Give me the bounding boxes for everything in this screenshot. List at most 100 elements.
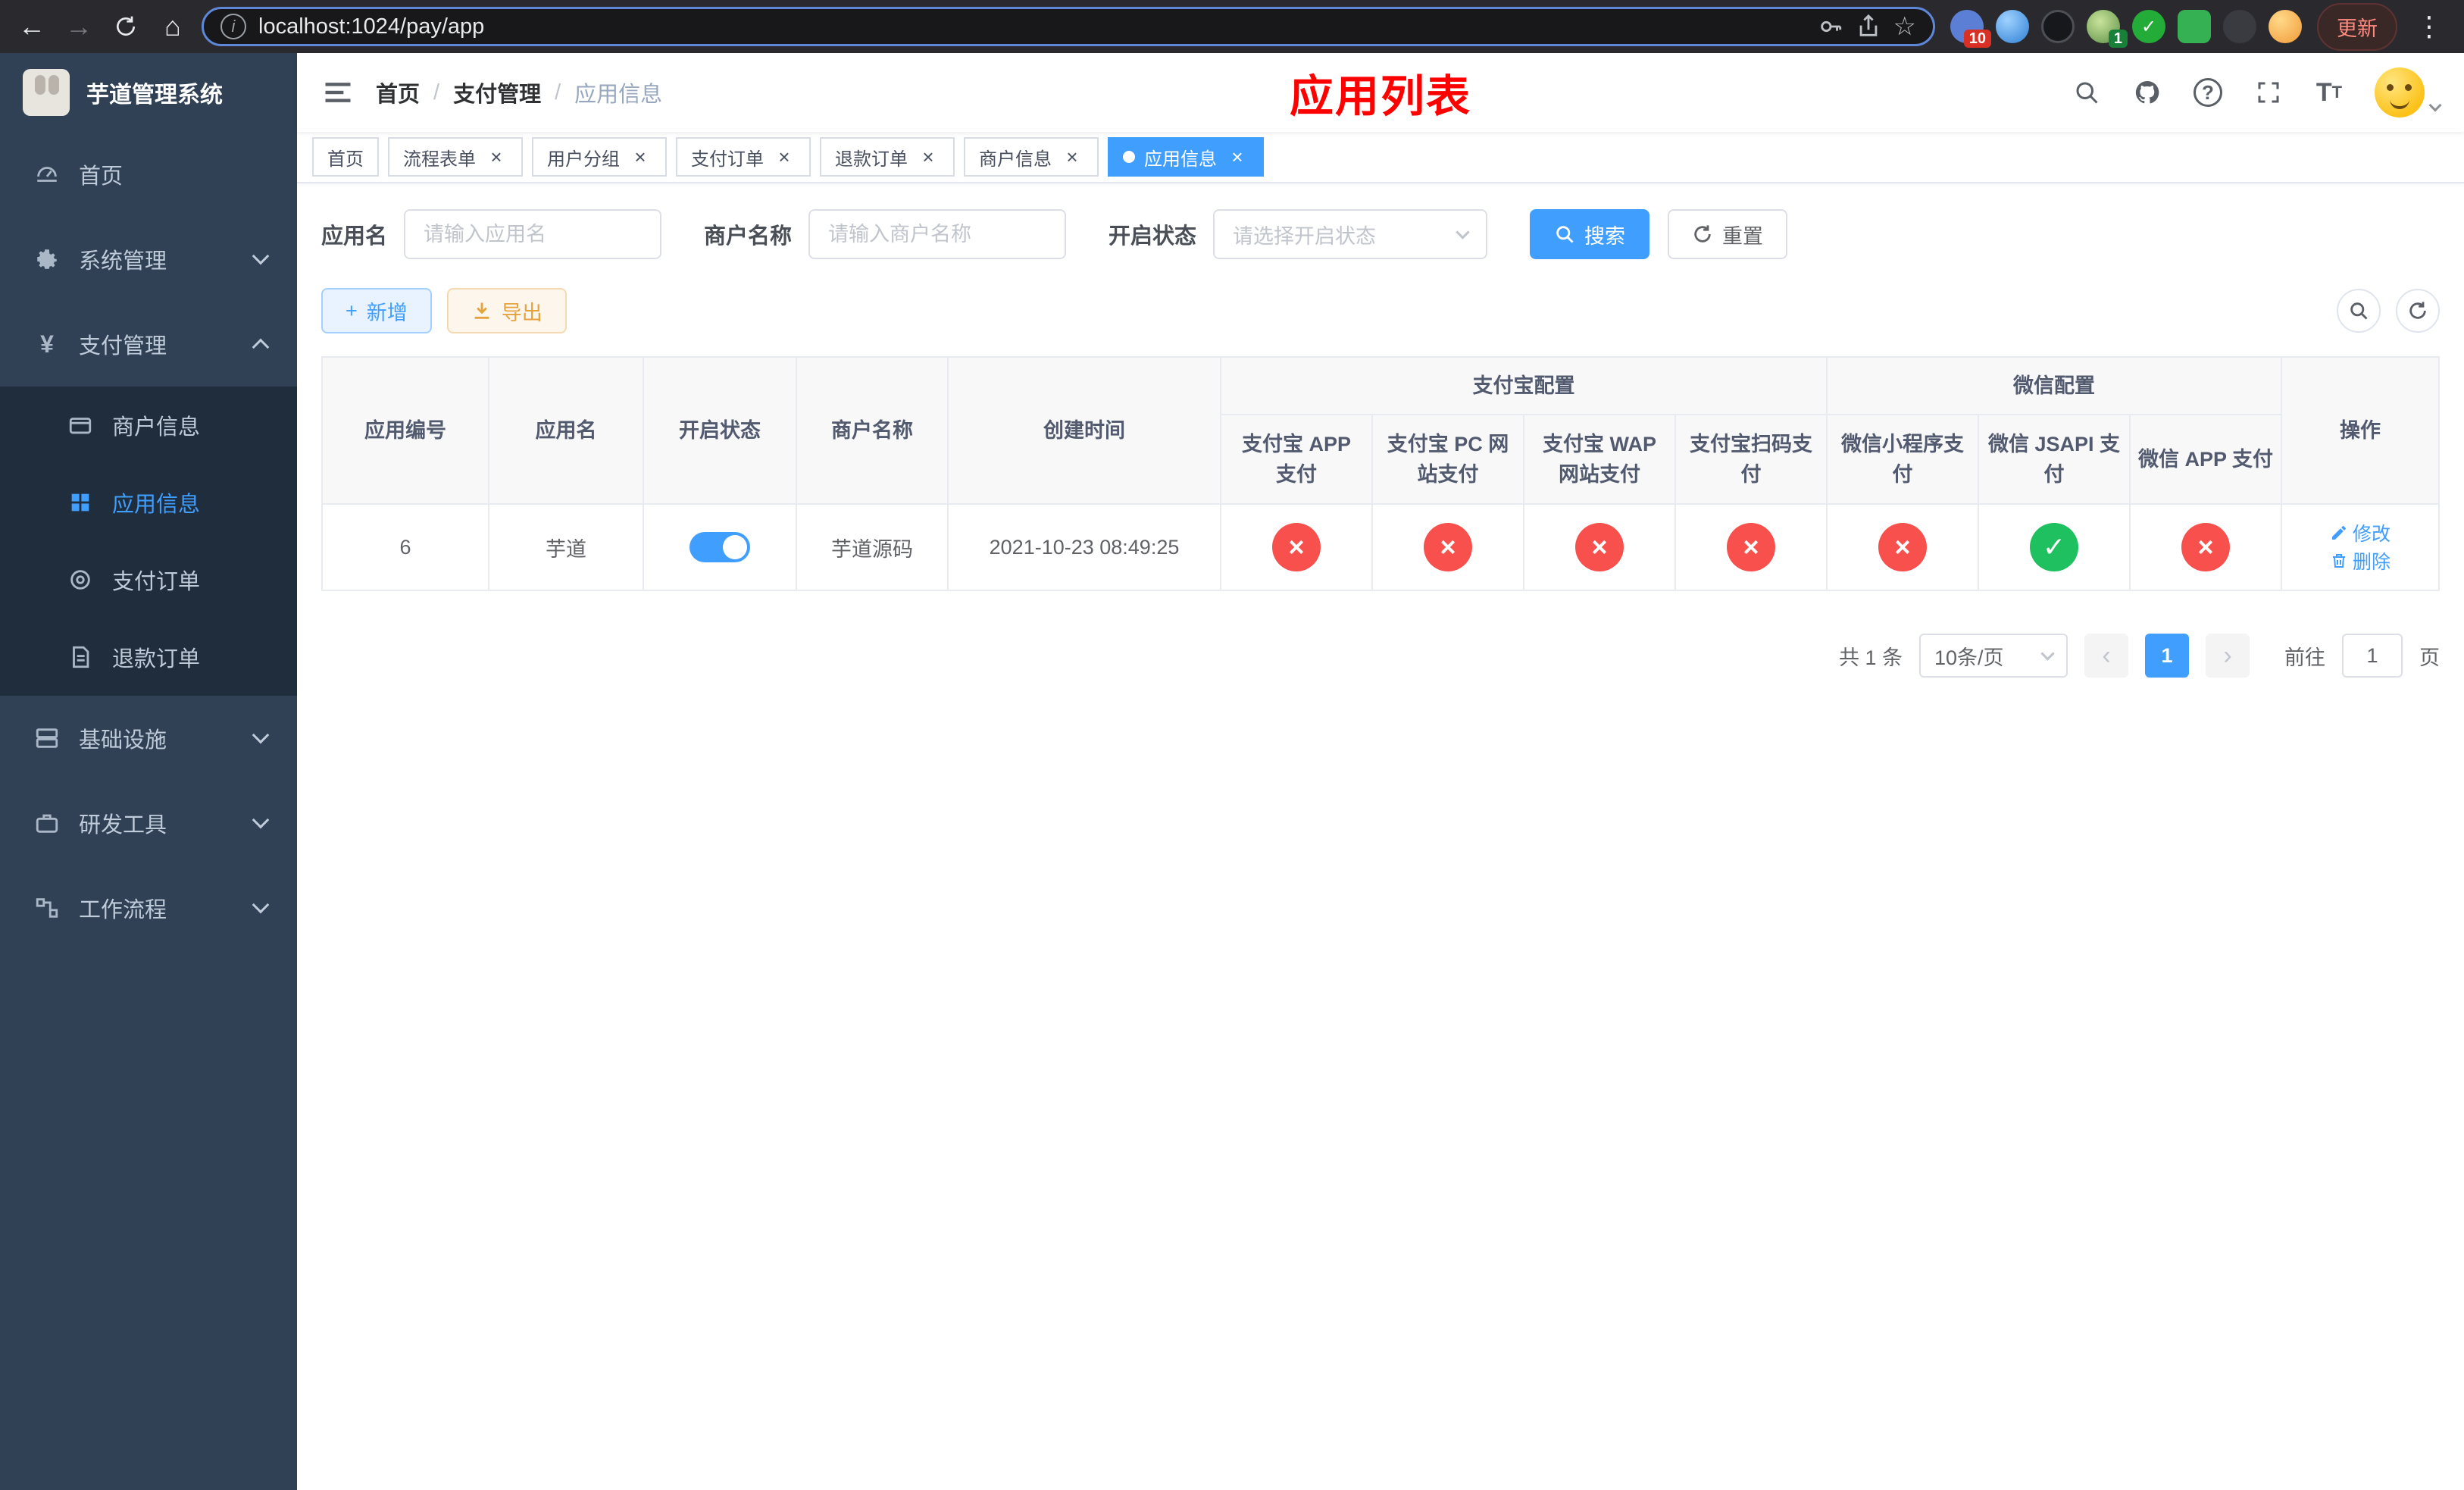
sidebar-item-merchant-info[interactable]: 商户信息 [0, 387, 297, 464]
close-icon[interactable]: × [629, 146, 652, 168]
sidebar-item-label: 支付订单 [112, 570, 201, 594]
sidebar-item-home[interactable]: 首页 [0, 132, 297, 217]
font-size-icon[interactable]: TT [2314, 77, 2344, 108]
breadcrumb-separator: / [555, 80, 561, 105]
merchant-name-input[interactable] [808, 209, 1067, 259]
close-icon[interactable]: × [773, 146, 796, 168]
sidebar-item-system[interactable]: 系统管理 [0, 217, 297, 302]
github-icon[interactable] [2132, 77, 2162, 108]
sidebar-item-label: 商户信息 [112, 415, 201, 440]
col-app-id: 应用编号 [321, 356, 489, 505]
close-icon[interactable]: × [485, 146, 508, 168]
table-row: 6 芋道 芋道源码 2021-10-23 08:49:25 × × × × × … [321, 503, 2440, 591]
tab-pay-order[interactable]: 支付订单 × [676, 137, 811, 177]
tab-merchant-info[interactable]: 商户信息 × [964, 137, 1099, 177]
extension-dark-circle-icon[interactable] [2041, 10, 2075, 43]
navbar: 首页 / 支付管理 / 应用信息 应用列表 ? T T [297, 53, 2464, 132]
extensions-puzzle-icon[interactable]: 10 [1950, 10, 1991, 48]
address-bar[interactable]: i localhost:1024/pay/app ☆ [202, 7, 1935, 46]
back-icon[interactable]: ← [14, 8, 50, 45]
table-refresh-button[interactable] [2396, 289, 2440, 333]
next-page-button[interactable]: › [2206, 634, 2250, 678]
tab-label: 支付订单 [691, 149, 764, 170]
close-icon[interactable]: × [1226, 146, 1249, 168]
extension-drop-icon[interactable] [1996, 10, 2029, 43]
extension-pin-icon[interactable] [2223, 10, 2256, 43]
edit-link-label: 修改 [2353, 524, 2391, 545]
breadcrumb-home[interactable]: 首页 [376, 77, 420, 108]
sidebar-item-infrastructure[interactable]: 基础设施 [0, 696, 297, 781]
tab-process-form[interactable]: 流程表单 × [388, 137, 523, 177]
home-icon[interactable]: ⌂ [155, 8, 191, 45]
tab-label: 退款订单 [835, 149, 908, 170]
navbar-actions: ? TT [2072, 67, 2442, 117]
col-alipay-qr: 支付宝扫码支付 [1674, 414, 1828, 505]
search-toggle-button[interactable] [2337, 289, 2381, 333]
extension-chat-icon[interactable] [2178, 10, 2211, 43]
cell-app-name: 芋道 [488, 503, 644, 591]
reload-icon[interactable] [108, 8, 144, 45]
search-icon[interactable] [2072, 77, 2102, 108]
bookmark-star-icon[interactable]: ☆ [1893, 11, 1916, 42]
sidebar-item-refund-order[interactable]: 退款订单 [0, 618, 297, 696]
reset-button[interactable]: 重置 [1668, 209, 1788, 259]
search-button[interactable]: 搜索 [1530, 209, 1650, 259]
tab-refund-order[interactable]: 退款订单 × [820, 137, 955, 177]
wechat-app-status-icon: × [2181, 523, 2230, 571]
sidebar-item-pay-order[interactable]: 支付订单 [0, 541, 297, 618]
sidebar-item-devtools[interactable]: 研发工具 [0, 781, 297, 866]
fullscreen-icon[interactable] [2253, 77, 2284, 108]
sidebar-item-payment[interactable]: ¥ 支付管理 [0, 302, 297, 387]
tab-user-group[interactable]: 用户分组 × [532, 137, 667, 177]
gear-icon [30, 246, 64, 272]
workflow-icon [30, 895, 64, 921]
document-icon [64, 644, 97, 670]
enable-switch[interactable] [689, 532, 750, 562]
avatar-caret-icon [2428, 99, 2442, 112]
tab-home[interactable]: 首页 [312, 137, 379, 177]
close-icon[interactable]: × [1061, 146, 1083, 168]
tab-label: 商户信息 [979, 149, 1052, 170]
site-info-icon[interactable]: i [220, 14, 246, 39]
sidebar-item-workflow[interactable]: 工作流程 [0, 866, 297, 950]
extensions-area: 10 1 ✓ [1950, 10, 2302, 48]
app-name-input[interactable] [404, 209, 662, 259]
browser-menu-icon[interactable]: ⋮ [2408, 11, 2450, 42]
close-icon[interactable]: × [917, 146, 940, 168]
extension-avatar-icon[interactable]: 1 [2087, 10, 2128, 48]
help-icon[interactable]: ? [2193, 77, 2223, 108]
apps-table: 应用编号 应用名 开启状态 商户名称 创建时间 支付宝配置 微信配置 操作 支付… [321, 356, 2440, 591]
sidebar-item-app-info[interactable]: 应用信息 [0, 464, 297, 541]
chevron-down-icon [252, 247, 270, 265]
extension-badge: 10 [1963, 30, 1991, 48]
credit-card-icon [64, 412, 97, 438]
status-select[interactable]: 请选择开启状态 [1213, 209, 1488, 259]
edit-link[interactable]: 修改 [2330, 519, 2391, 546]
content-area: 应用名 商户名称 开启状态 请选择开启状态 [297, 183, 2464, 703]
add-button[interactable]: + 新增 [321, 288, 432, 333]
goto-input[interactable] [2342, 634, 2403, 678]
user-menu[interactable] [2375, 67, 2442, 117]
prev-page-button[interactable]: ‹ [2084, 634, 2128, 678]
wechat-jsapi-status-icon: ✓ [2030, 523, 2078, 571]
forward-icon[interactable]: → [61, 8, 97, 45]
extension-emoji-icon[interactable] [2269, 10, 2302, 43]
url-text[interactable]: localhost:1024/pay/app [258, 14, 1806, 39]
logo[interactable]: 芋道管理系统 [0, 53, 297, 132]
hamburger-icon[interactable] [321, 76, 355, 109]
extension-check-icon[interactable]: ✓ [2132, 10, 2165, 43]
export-button-label: 导出 [501, 301, 543, 324]
update-button[interactable]: 更新 [2317, 2, 2397, 51]
col-alipay-wap: 支付宝 WAP 网站支付 [1523, 414, 1676, 505]
share-icon[interactable] [1856, 14, 1881, 39]
delete-link[interactable]: 删除 [2330, 547, 2391, 574]
tab-app-info[interactable]: 应用信息 × [1108, 137, 1264, 177]
breadcrumb-payment[interactable]: 支付管理 [453, 77, 541, 108]
chevron-down-icon [1456, 224, 1470, 239]
page-size-value: 10条/页 [1934, 646, 2004, 669]
pencil-icon [2332, 526, 2346, 540]
export-button[interactable]: 导出 [446, 288, 567, 333]
page-size-select[interactable]: 10条/页 [1919, 634, 2068, 678]
page-1-button[interactable]: 1 [2145, 634, 2189, 678]
password-key-icon[interactable] [1818, 14, 1843, 39]
